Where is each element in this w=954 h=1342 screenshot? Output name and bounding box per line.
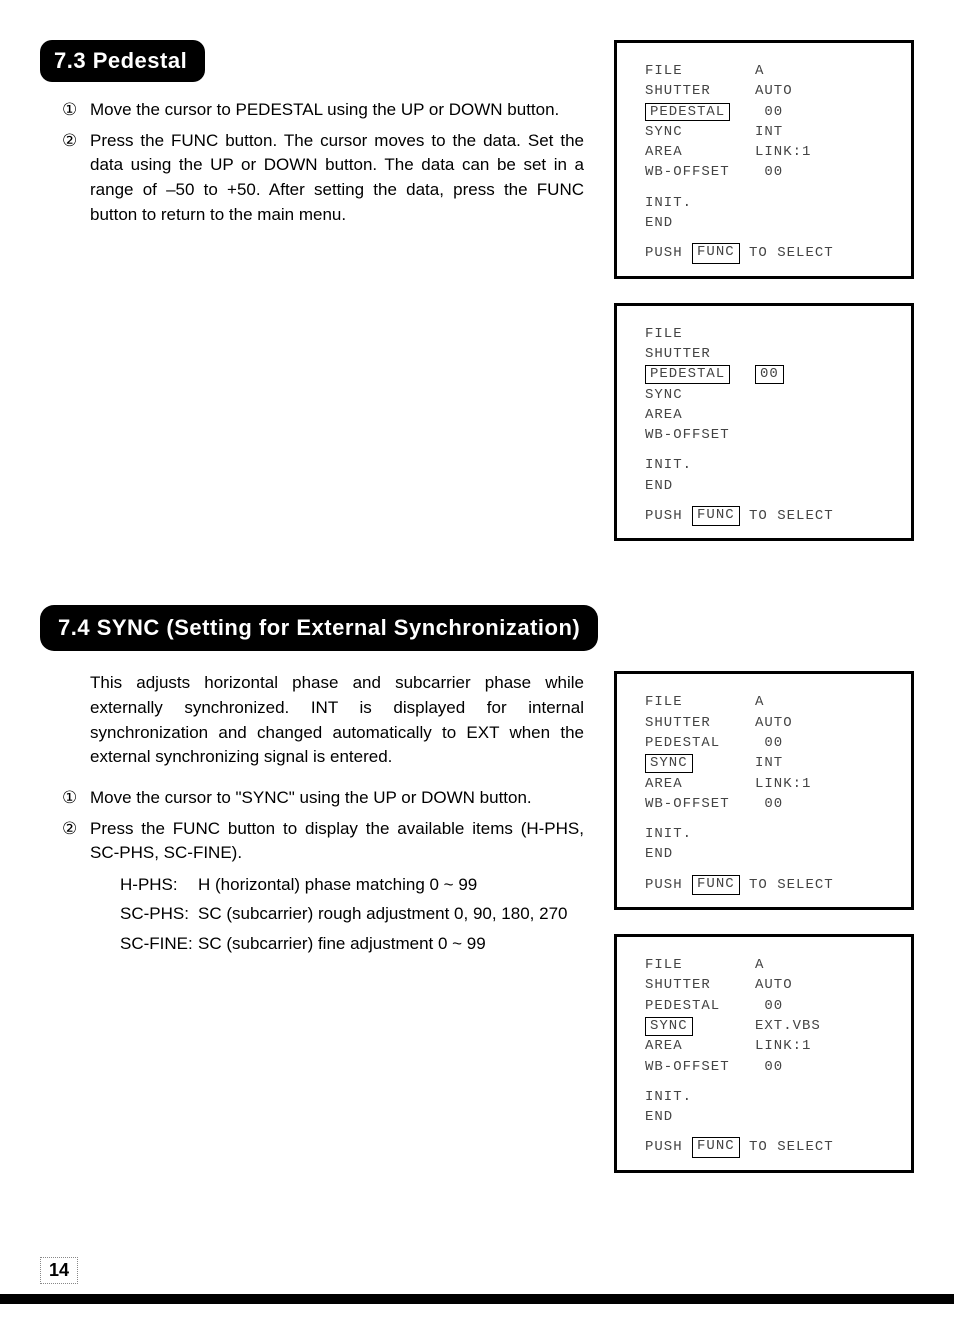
footer-bar	[0, 1294, 954, 1304]
highlight-pedestal: PEDESTAL	[645, 365, 730, 384]
label-shutter: SHUTTER	[645, 344, 755, 364]
step-marker-2: ②	[62, 129, 77, 154]
value-shutter: AUTO	[755, 81, 891, 101]
step-1: ① Move the cursor to PEDESTAL using the …	[90, 98, 584, 123]
value-sync: INT	[755, 753, 891, 773]
section-7-4: This adjusts horizontal phase and subcar…	[40, 671, 914, 1196]
step-2-text: Press the FUNC button to display the ava…	[90, 819, 584, 863]
body-7-4: This adjusts horizontal phase and subcar…	[40, 671, 584, 770]
label-end: END	[645, 213, 673, 233]
label-sync: SYNC	[645, 1016, 755, 1036]
push-func-row: PUSH FUNC TO SELECT	[645, 506, 891, 526]
label-shutter: SHUTTER	[645, 975, 755, 995]
section-header-7-3: 7.3 Pedestal	[40, 40, 205, 82]
label-init: INIT.	[645, 193, 692, 213]
step-marker-1: ①	[62, 786, 77, 811]
push-func-row: PUSH FUNC TO SELECT	[645, 875, 891, 895]
step-marker-2: ②	[62, 817, 77, 842]
func-box: FUNC	[692, 875, 740, 895]
value-area: LINK:1	[755, 142, 891, 162]
highlight-sync: SYNC	[645, 1017, 693, 1036]
value-pedestal: 00	[755, 996, 891, 1016]
value-area: LINK:1	[755, 1036, 891, 1056]
label-area: AREA	[645, 774, 755, 794]
label-end: END	[645, 1107, 673, 1127]
label-area: AREA	[645, 142, 755, 162]
func-box: FUNC	[692, 1137, 740, 1157]
label-init: INIT.	[645, 1087, 692, 1107]
label-file: FILE	[645, 324, 755, 344]
label-end: END	[645, 476, 673, 496]
step-2: ② Press the FUNC button. The cursor move…	[90, 129, 584, 228]
label-wboffset: WB-OFFSET	[645, 425, 755, 445]
label-file: FILE	[645, 955, 755, 975]
label-area: AREA	[645, 1036, 755, 1056]
func-box: FUNC	[692, 243, 740, 263]
label-pedestal: PEDESTAL	[645, 733, 755, 753]
step-list-7-3: ① Move the cursor to PEDESTAL using the …	[40, 98, 584, 227]
value-sync: EXT.VBS	[755, 1016, 891, 1036]
push-func-row: PUSH FUNC TO SELECT	[645, 243, 891, 263]
label-sync: SYNC	[645, 122, 755, 142]
step-1-text: Move the cursor to PEDESTAL using the UP…	[90, 100, 559, 119]
step-list-7-4: ① Move the cursor to "SYNC" using the UP…	[40, 786, 584, 866]
step-1-text: Move the cursor to "SYNC" using the UP o…	[90, 788, 532, 807]
func-box: FUNC	[692, 506, 740, 526]
def-label: SC-FINE:	[120, 931, 198, 957]
value-file: A	[755, 955, 891, 975]
def-label: SC-PHS:	[120, 901, 198, 927]
step-marker-1: ①	[62, 98, 77, 123]
label-file: FILE	[645, 692, 755, 712]
label-area: AREA	[645, 405, 755, 425]
def-label: H-PHS:	[120, 872, 198, 898]
value-wboffset: 00	[755, 162, 891, 182]
value-pedestal: 00	[755, 102, 891, 122]
page-number: 14	[40, 1257, 78, 1284]
label-shutter: SHUTTER	[645, 713, 755, 733]
value-file: A	[755, 692, 891, 712]
value-shutter: AUTO	[755, 975, 891, 995]
label-shutter: SHUTTER	[645, 81, 755, 101]
label-sync: SYNC	[645, 385, 755, 405]
def-scfine: SC-FINE: SC (subcarrier) fine adjustment…	[120, 931, 584, 957]
label-wboffset: WB-OFFSET	[645, 794, 755, 814]
menu-panel-2: FILE SHUTTER PEDESTAL 00 SYNC AREA WB-OFF…	[614, 303, 914, 542]
menu-panel-3: FILEA SHUTTERAUTO PEDESTAL 00 SYNC INT AR…	[614, 671, 914, 910]
value-shutter: AUTO	[755, 713, 891, 733]
def-value: SC (subcarrier) rough adjustment 0, 90, …	[198, 901, 584, 927]
label-init: INIT.	[645, 824, 692, 844]
label-pedestal: PEDESTAL	[645, 996, 755, 1016]
label-wboffset: WB-OFFSET	[645, 162, 755, 182]
label-end: END	[645, 844, 673, 864]
value-area: LINK:1	[755, 774, 891, 794]
def-hphs: H-PHS: H (horizontal) phase matching 0 ~…	[120, 872, 584, 898]
label-file: FILE	[645, 61, 755, 81]
step-2: ② Press the FUNC button to display the a…	[90, 817, 584, 866]
highlight-pedestal: PEDESTAL	[645, 103, 730, 122]
value-sync: INT	[755, 122, 891, 142]
value-pedestal: 00	[755, 733, 891, 753]
value-wboffset: 00	[755, 1057, 891, 1077]
value-wboffset: 00	[755, 794, 891, 814]
label-pedestal: PEDESTAL	[645, 364, 755, 384]
label-sync: SYNC	[645, 753, 755, 773]
push-func-row: PUSH FUNC TO SELECT	[645, 1137, 891, 1157]
label-wboffset: WB-OFFSET	[645, 1057, 755, 1077]
highlight-sync: SYNC	[645, 754, 693, 773]
value-file: A	[755, 61, 891, 81]
def-value: SC (subcarrier) fine adjustment 0 ~ 99	[198, 931, 584, 957]
def-scphs: SC-PHS: SC (subcarrier) rough adjustment…	[120, 901, 584, 927]
def-value: H (horizontal) phase matching 0 ~ 99	[198, 872, 584, 898]
value-pedestal: 00	[755, 364, 891, 384]
definitions-list: H-PHS: H (horizontal) phase matching 0 ~…	[40, 872, 584, 957]
highlight-pedestal-value: 00	[755, 365, 784, 384]
label-init: INIT.	[645, 455, 692, 475]
section-header-7-4: 7.4 SYNC (Setting for External Synchroni…	[40, 605, 598, 651]
menu-panel-1: FILEA SHUTTERAUTO PEDESTAL 00 SYNCINT AR…	[614, 40, 914, 279]
menu-panel-4: FILEA SHUTTERAUTO PEDESTAL 00 SYNC EXT.VB…	[614, 934, 914, 1173]
step-2-text: Press the FUNC button. The cursor moves …	[90, 131, 584, 224]
section-7-3: 7.3 Pedestal ① Move the cursor to PEDEST…	[40, 40, 914, 565]
step-1: ① Move the cursor to "SYNC" using the UP…	[90, 786, 584, 811]
label-pedestal: PEDESTAL	[645, 102, 755, 122]
